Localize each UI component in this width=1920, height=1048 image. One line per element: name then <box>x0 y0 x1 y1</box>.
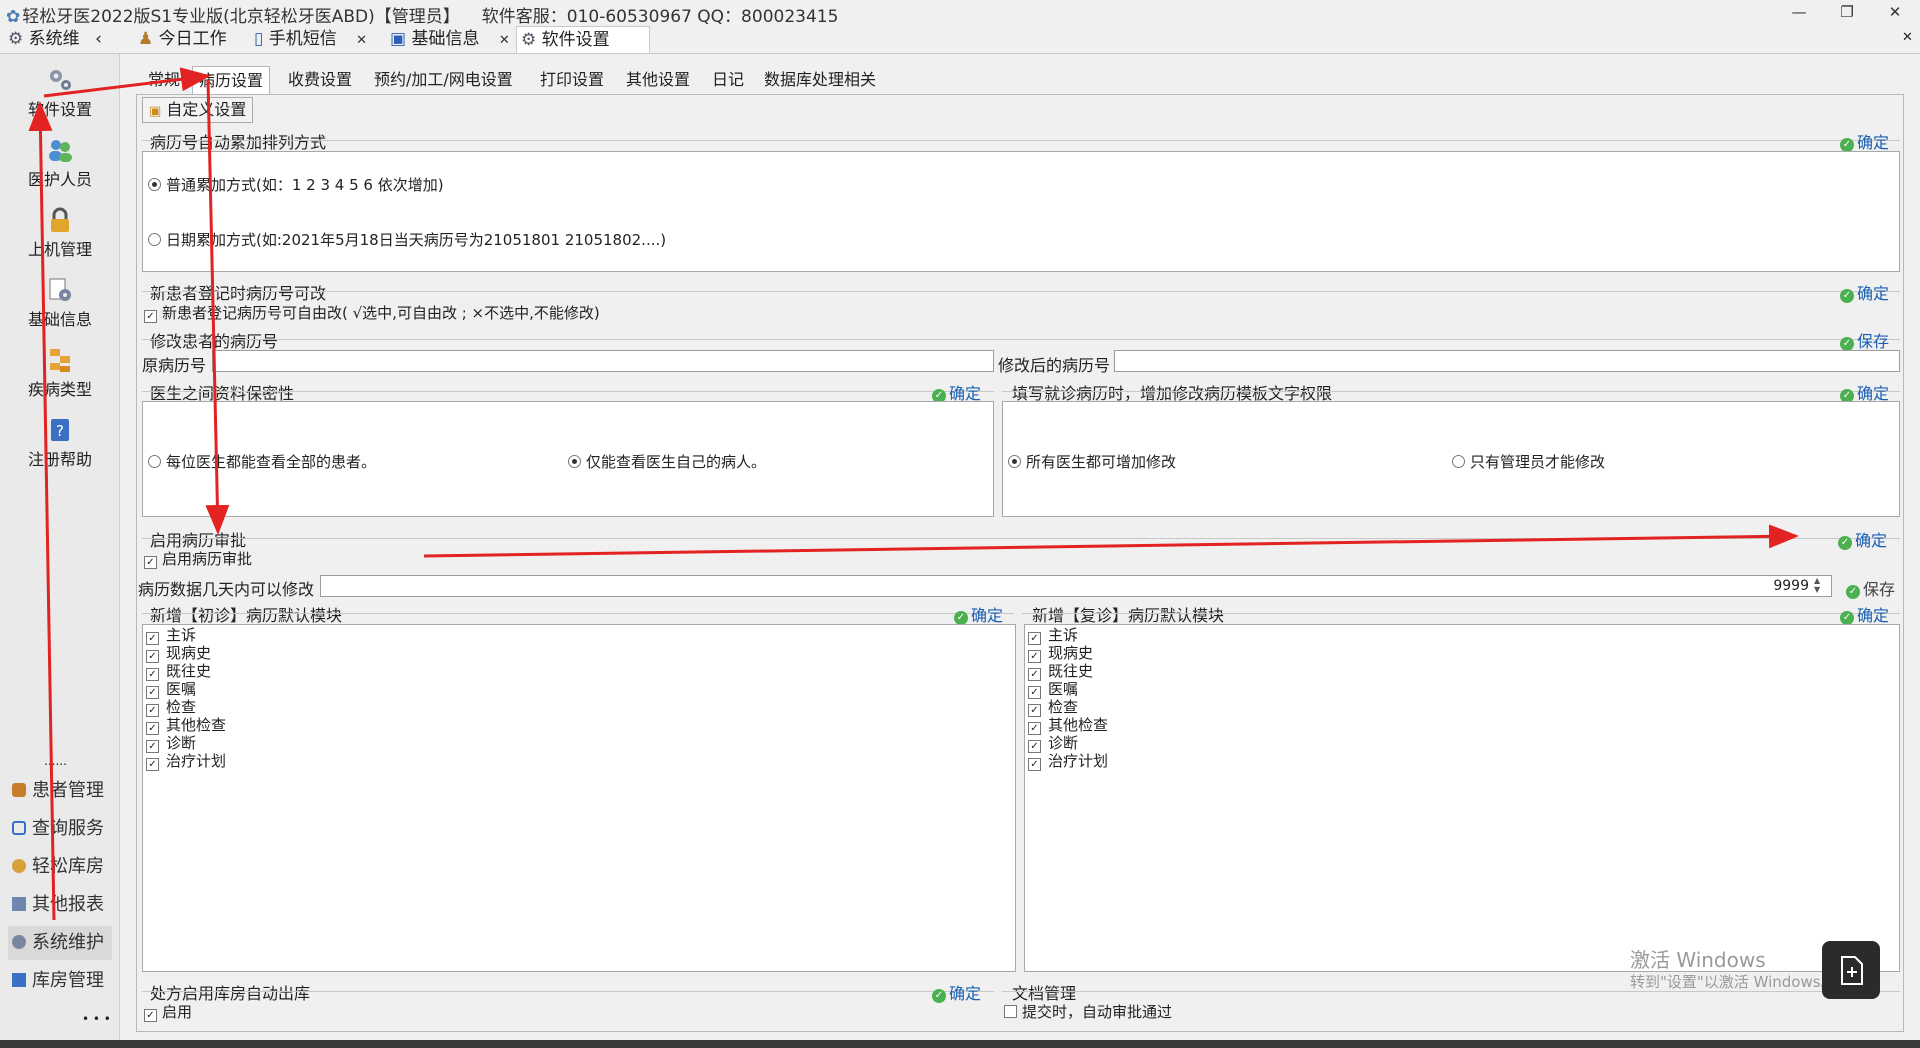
taskbar-strip <box>0 1040 1920 1048</box>
annotation-arrow-to-tab <box>43 67 211 98</box>
annotation-arrows <box>28 67 1799 921</box>
annotation-arrow-right <box>423 524 1799 558</box>
annotation-arrow-up <box>28 101 56 921</box>
annotation-arrow-down <box>205 79 230 535</box>
